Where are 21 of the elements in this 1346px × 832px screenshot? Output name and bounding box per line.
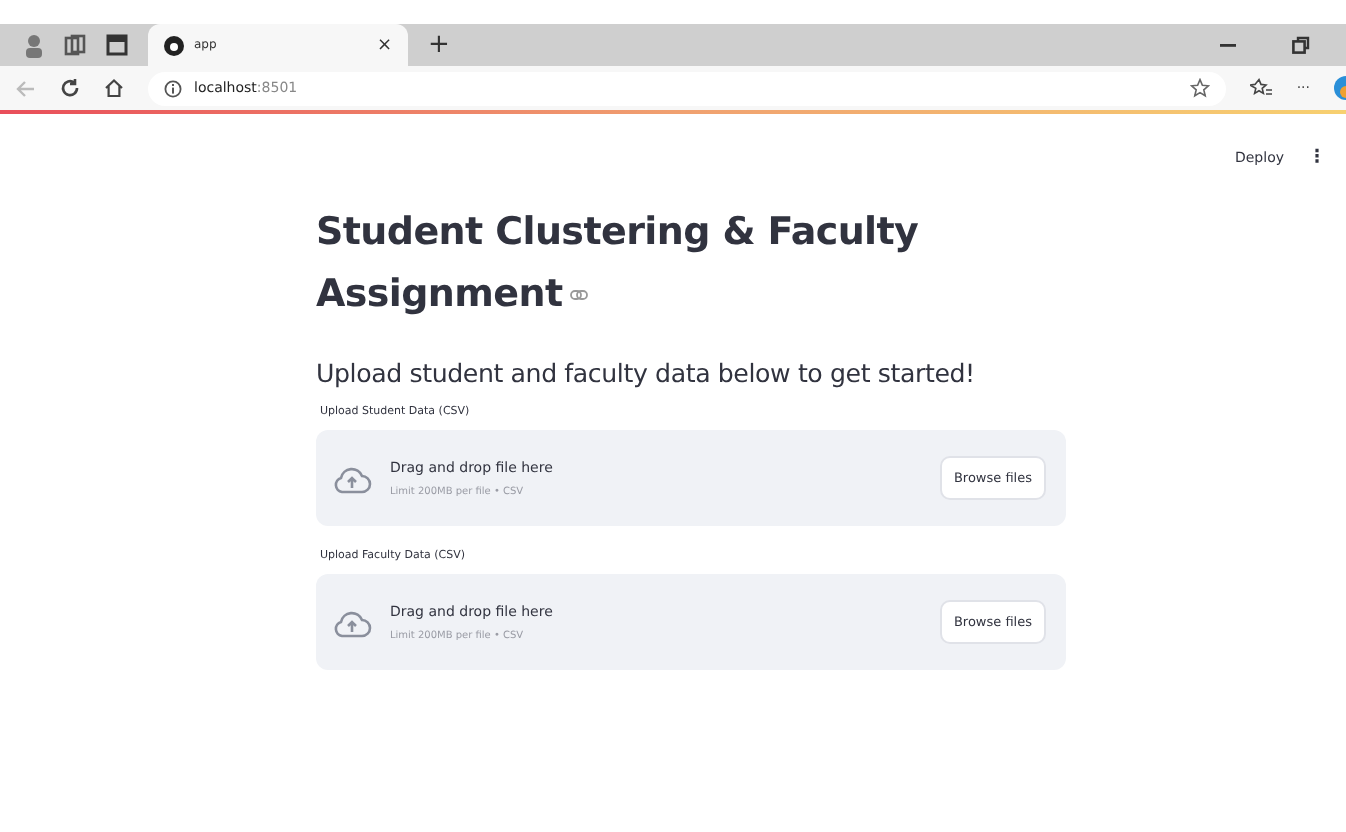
page-title: Student Clustering & Faculty bbox=[316, 208, 919, 258]
upload-cloud-icon bbox=[332, 607, 372, 637]
star-icon[interactable] bbox=[1190, 78, 1211, 98]
upload-cloud-icon bbox=[332, 463, 372, 493]
link-icon[interactable] bbox=[570, 290, 589, 300]
reload-icon[interactable] bbox=[60, 78, 80, 98]
page-subtitle: Upload student and faculty data below to get started! bbox=[316, 358, 977, 388]
favorites-icon[interactable] bbox=[1250, 78, 1273, 98]
app-logo-icon bbox=[164, 35, 184, 55]
info-icon bbox=[164, 79, 182, 97]
restore-icon[interactable] bbox=[1292, 36, 1310, 54]
page-title: Assignment bbox=[316, 270, 563, 320]
new-tab-button[interactable]: + bbox=[428, 30, 450, 60]
minimize-icon[interactable] bbox=[1220, 43, 1236, 47]
main-menu-button[interactable]: ⋮ bbox=[1308, 148, 1326, 168]
tab-actions-icon[interactable] bbox=[106, 34, 128, 56]
close-tab-button[interactable]: × bbox=[376, 35, 392, 55]
copilot-icon[interactable] bbox=[1334, 76, 1346, 100]
workspaces-icon[interactable] bbox=[64, 34, 86, 56]
home-icon[interactable] bbox=[104, 78, 124, 98]
profile-icon[interactable] bbox=[24, 33, 44, 57]
